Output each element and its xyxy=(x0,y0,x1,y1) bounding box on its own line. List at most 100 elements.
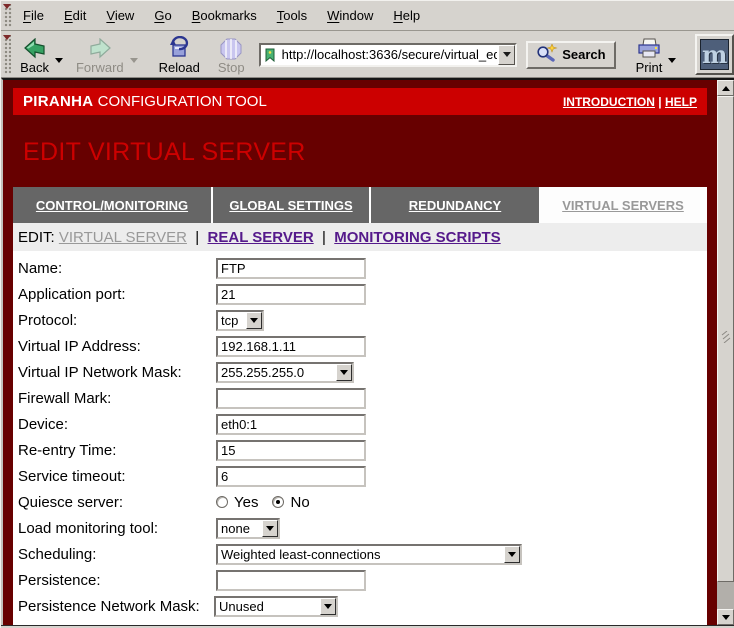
reload-button[interactable]: Reload xyxy=(155,35,204,75)
name-input[interactable] xyxy=(216,258,366,279)
vip-netmask-select-value: 255.255.255.0 xyxy=(218,364,336,381)
dropdown-arrow-icon[interactable] xyxy=(336,364,352,381)
service-timeout-label: Service timeout: xyxy=(18,468,216,485)
dropdown-arrow-icon[interactable] xyxy=(262,520,278,537)
scheduling-label: Scheduling: xyxy=(18,546,216,563)
browser-content-area: PIRANHA CONFIGURATION TOOL INTRODUCTION … xyxy=(1,78,734,625)
firewall-mark-input[interactable] xyxy=(216,388,366,409)
form-row-name: Name: xyxy=(13,255,707,281)
load-tool-select[interactable]: none xyxy=(216,518,280,539)
url-dropdown-arrow-icon[interactable] xyxy=(498,45,515,65)
persistence-netmask-select-value: Unused xyxy=(216,598,320,615)
scheduling-select[interactable]: Weighted least-connections xyxy=(216,544,522,565)
menu-go[interactable]: Go xyxy=(144,8,181,23)
menu-file[interactable]: File xyxy=(13,8,54,23)
back-dropdown-arrow-icon[interactable] xyxy=(55,58,63,63)
scrollbar-thumb[interactable] xyxy=(717,96,734,582)
forward-icon xyxy=(87,36,113,60)
url-input[interactable] xyxy=(279,47,499,62)
bookmark-icon[interactable] xyxy=(263,48,279,62)
form-row-persistence: Persistence: xyxy=(13,567,707,593)
introduction-link[interactable]: INTRODUCTION xyxy=(563,95,655,109)
tab-control-monitoring[interactable]: CONTROL/MONITORING xyxy=(13,187,213,223)
menu-tools[interactable]: Tools xyxy=(267,8,317,23)
back-button[interactable]: Back xyxy=(16,35,53,75)
reload-icon xyxy=(167,36,191,60)
edit-prefix: EDIT: xyxy=(18,229,59,246)
help-link[interactable]: HELP xyxy=(665,95,697,109)
load-tool-select-value: none xyxy=(218,520,262,537)
dropdown-arrow-icon[interactable] xyxy=(504,546,520,563)
virtual-ip-label: Virtual IP Address: xyxy=(18,338,216,355)
virtual-server-current-link[interactable]: VIRTUAL SERVER xyxy=(59,229,187,246)
persistence-netmask-select[interactable]: Unused xyxy=(214,596,338,617)
firewall-mark-label: Firewall Mark: xyxy=(18,390,216,407)
reentry-time-input[interactable] xyxy=(216,440,366,461)
navigation-toolbar: Back Forward Reload xyxy=(1,32,734,78)
stop-icon xyxy=(220,36,242,60)
brand-bold: PIRANHA xyxy=(23,93,93,110)
menubar-grip[interactable] xyxy=(3,4,12,27)
application-port-input[interactable] xyxy=(216,284,366,305)
quiesce-label: Quiesce server: xyxy=(18,494,216,511)
scroll-up-button[interactable] xyxy=(717,80,734,96)
protocol-label: Protocol: xyxy=(18,312,216,329)
tab-redundancy[interactable]: REDUNDANCY xyxy=(371,187,539,223)
menu-view[interactable]: View xyxy=(96,8,144,23)
print-icon xyxy=(636,36,662,60)
print-label: Print xyxy=(636,60,663,75)
menu-window[interactable]: Window xyxy=(317,8,383,23)
banner-links: INTRODUCTION | HELP xyxy=(563,95,697,109)
stop-button[interactable]: Stop xyxy=(214,35,249,75)
quiesce-yes-radio[interactable] xyxy=(216,496,228,508)
subnav-separator: | xyxy=(314,229,335,246)
persistence-netmask-label: Persistence Network Mask: xyxy=(18,598,214,615)
device-label: Device: xyxy=(18,416,216,433)
device-input[interactable] xyxy=(216,414,366,435)
page-title: EDIT VIRTUAL SERVER xyxy=(23,139,717,165)
reentry-time-label: Re-entry Time: xyxy=(18,442,216,459)
piranha-banner: PIRANHA CONFIGURATION TOOL INTRODUCTION … xyxy=(13,88,707,115)
tab-virtual-servers[interactable]: VIRTUAL SERVERS xyxy=(539,187,707,223)
print-button[interactable]: Print xyxy=(632,35,667,75)
forward-label: Forward xyxy=(76,60,124,75)
back-icon xyxy=(22,36,48,60)
menu-edit[interactable]: Edit xyxy=(54,8,96,23)
monitoring-scripts-link[interactable]: MONITORING SCRIPTS xyxy=(334,229,500,246)
quiesce-no-radio[interactable] xyxy=(272,496,284,508)
stop-label: Stop xyxy=(218,60,245,75)
service-timeout-input[interactable] xyxy=(216,466,366,487)
scroll-down-button[interactable] xyxy=(717,609,734,625)
real-server-link[interactable]: REAL SERVER xyxy=(208,229,314,246)
menu-bookmarks[interactable]: Bookmarks xyxy=(182,8,267,23)
form-row-virtual-ip: Virtual IP Address: xyxy=(13,333,707,359)
subnav-separator: | xyxy=(187,229,208,246)
quiesce-yes-label: Yes xyxy=(234,494,258,511)
dropdown-arrow-icon[interactable] xyxy=(320,598,336,615)
print-dropdown-arrow-icon[interactable] xyxy=(668,58,676,63)
edit-subnav: EDIT: VIRTUAL SERVER | REAL SERVER | MON… xyxy=(13,223,707,251)
virtual-ip-input[interactable] xyxy=(216,336,366,357)
scrollbar-track[interactable] xyxy=(717,582,734,609)
search-label: Search xyxy=(562,47,605,62)
tab-bar: CONTROL/MONITORING GLOBAL SETTINGS REDUN… xyxy=(13,187,707,223)
tab-global-settings[interactable]: GLOBAL SETTINGS xyxy=(213,187,371,223)
menu-help[interactable]: Help xyxy=(383,8,430,23)
form-row-application-port: Application port: xyxy=(13,281,707,307)
vertical-scrollbar[interactable] xyxy=(717,80,734,625)
persistence-input[interactable] xyxy=(216,570,366,591)
form-row-vip-netmask: Virtual IP Network Mask: 255.255.255.0 xyxy=(13,359,707,385)
search-button[interactable]: Search xyxy=(526,41,615,69)
form-row-quiesce: Quiesce server: Yes No xyxy=(13,489,707,515)
forward-button[interactable]: Forward xyxy=(72,35,128,75)
scheduling-select-value: Weighted least-connections xyxy=(218,546,504,563)
vip-netmask-select[interactable]: 255.255.255.0 xyxy=(216,362,354,383)
piranha-page: PIRANHA CONFIGURATION TOOL INTRODUCTION … xyxy=(3,80,717,625)
toolbar-grip[interactable] xyxy=(3,35,11,74)
dropdown-arrow-icon[interactable] xyxy=(246,312,262,329)
protocol-select[interactable]: tcp xyxy=(216,310,264,331)
mozilla-logo-button[interactable]: m xyxy=(695,34,734,75)
mozilla-logo: m xyxy=(700,39,729,70)
load-tool-label: Load monitoring tool: xyxy=(18,520,216,537)
forward-dropdown-arrow-icon[interactable] xyxy=(130,58,138,63)
